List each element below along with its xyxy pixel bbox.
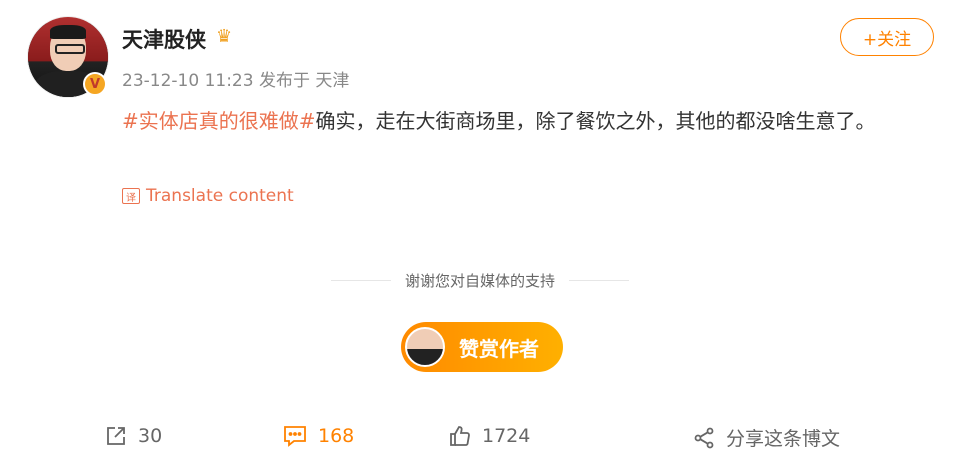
post-meta: 23-12-10 11:23 发布于 天津	[122, 66, 349, 91]
like-button[interactable]: 1724	[448, 424, 530, 448]
reward-avatar	[405, 327, 445, 367]
hashtag-link[interactable]: #实体店真的很难做#	[122, 109, 316, 133]
avatar-hair	[50, 25, 86, 39]
support-divider: 谢谢您对自媒体的支持	[0, 270, 960, 291]
share-icon	[694, 427, 714, 448]
post-content: #实体店真的很难做#确实，走在大街商场里，除了餐饮之外，其他的都没啥生意了。	[122, 104, 922, 138]
comment-count: 168	[318, 425, 355, 447]
like-count: 1724	[482, 425, 531, 447]
post-timestamp[interactable]: 23-12-10 11:23	[122, 71, 254, 91]
repost-icon	[107, 427, 125, 445]
divider-line-left	[330, 280, 391, 281]
divider-line-right	[569, 280, 629, 281]
translate-button[interactable]: 译 Translate content	[122, 186, 294, 206]
reward-author-button[interactable]: 赞赏作者	[401, 322, 563, 372]
share-button[interactable]: 分享这条博文	[692, 424, 840, 451]
thumbs-up-icon	[450, 426, 470, 446]
avatar-glasses	[55, 44, 85, 54]
comment-icon	[284, 426, 306, 447]
repost-count: 30	[138, 425, 163, 447]
post-location: 发布于 天津	[258, 71, 350, 91]
share-label: 分享这条博文	[726, 428, 841, 450]
action-bar: 30 168 1724 分享这条博文	[0, 424, 960, 452]
support-text: 谢谢您对自媒体的支持	[404, 272, 555, 290]
repost-button[interactable]: 30	[104, 424, 162, 448]
verified-badge-icon: V	[83, 72, 107, 96]
reward-label: 赞赏作者	[459, 336, 539, 361]
follow-button[interactable]: +关注	[840, 18, 934, 56]
author-name[interactable]: 天津股侠	[122, 24, 206, 54]
translate-icon: 译	[122, 188, 140, 204]
crown-icon: ♛	[216, 26, 233, 47]
translate-label: Translate content	[146, 186, 294, 206]
comment-button[interactable]: 168	[282, 424, 354, 448]
post-body-text: 确实，走在大街商场里，除了餐饮之外，其他的都没啥生意了。	[315, 109, 876, 133]
